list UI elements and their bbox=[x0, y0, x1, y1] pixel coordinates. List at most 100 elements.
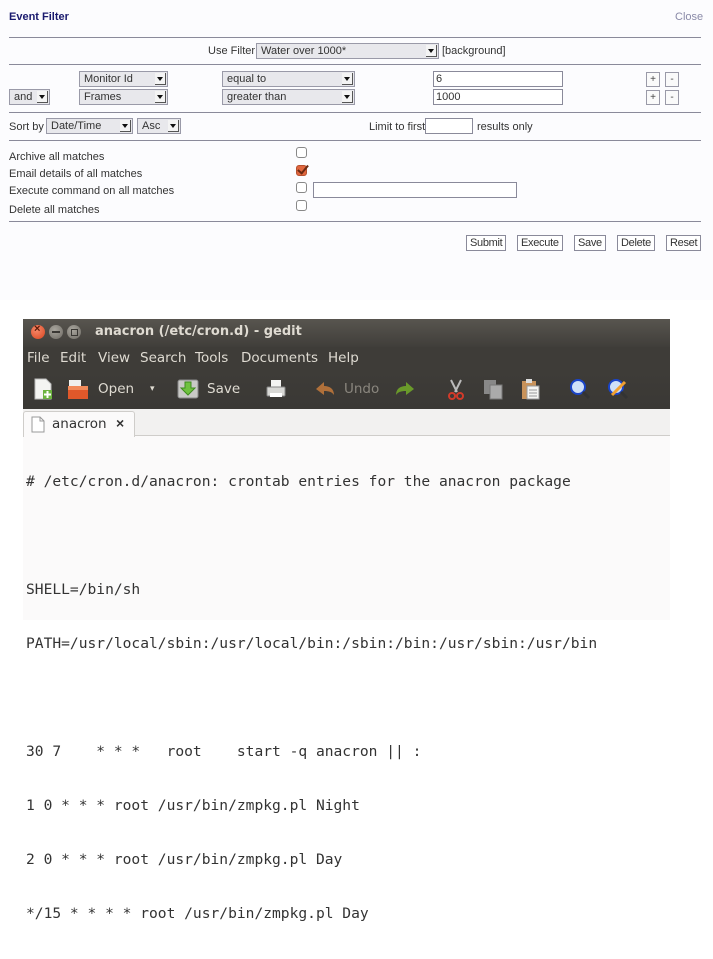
panel-title: Event Filter bbox=[9, 11, 69, 23]
term-2-operator-value: greater than bbox=[227, 91, 287, 103]
email-label: Email details of all matches bbox=[9, 168, 143, 180]
tab-anacron[interactable]: anacron × bbox=[23, 411, 135, 437]
save-icon[interactable] bbox=[176, 377, 200, 401]
gedit-window: anacron (/etc/cron.d) - gedit File Edit … bbox=[23, 319, 670, 922]
chevron-down-icon bbox=[342, 91, 353, 103]
menu-bar: File Edit View Search Tools Documents He… bbox=[23, 347, 670, 371]
paste-icon[interactable] bbox=[518, 377, 542, 401]
reset-button[interactable]: Reset bbox=[666, 235, 702, 251]
open-dropdown-icon[interactable]: ▾ bbox=[150, 384, 155, 394]
chevron-down-icon bbox=[342, 73, 353, 85]
term-1-value-input[interactable]: 6 bbox=[433, 71, 563, 87]
divider bbox=[9, 221, 701, 222]
term-2-remove-button[interactable]: - bbox=[665, 90, 679, 105]
menu-help[interactable]: Help bbox=[328, 350, 359, 366]
editor-line: 1 0 * * * root /usr/bin/zmpkg.pl Night bbox=[26, 797, 360, 814]
term-1-attribute-value: Monitor Id bbox=[84, 73, 133, 85]
execute-label: Execute command on all matches bbox=[9, 185, 175, 197]
limit-input[interactable] bbox=[425, 118, 473, 134]
window-maximize-icon[interactable] bbox=[67, 325, 81, 339]
undo-icon[interactable] bbox=[313, 377, 337, 401]
execute-button[interactable]: Execute bbox=[517, 235, 563, 251]
chevron-down-icon bbox=[37, 91, 48, 103]
window-close-icon[interactable] bbox=[31, 323, 45, 339]
divider bbox=[9, 37, 701, 38]
execute-command-input[interactable] bbox=[313, 182, 517, 198]
term-2-value-input[interactable]: 1000 bbox=[433, 89, 563, 105]
execute-checkbox[interactable] bbox=[296, 182, 307, 193]
chevron-down-icon bbox=[120, 120, 131, 132]
chevron-down-icon bbox=[426, 45, 437, 57]
editor-line: */15 * * * * root /usr/bin/zmpkg.pl Day bbox=[26, 905, 369, 922]
find-icon[interactable] bbox=[568, 377, 592, 401]
term-2-attribute-select[interactable]: Frames bbox=[79, 89, 168, 105]
new-document-icon[interactable] bbox=[31, 377, 55, 401]
find-replace-icon[interactable] bbox=[606, 377, 630, 401]
divider bbox=[9, 64, 701, 65]
menu-documents[interactable]: Documents bbox=[241, 350, 318, 366]
redo-icon[interactable] bbox=[393, 377, 417, 401]
email-checkbox[interactable] bbox=[296, 165, 307, 176]
editor-line: 2 0 * * * root /usr/bin/zmpkg.pl Day bbox=[26, 851, 343, 868]
menu-edit[interactable]: Edit bbox=[60, 350, 86, 366]
editor-line: SHELL=/bin/sh bbox=[26, 581, 141, 598]
term-1-add-button[interactable]: + bbox=[646, 72, 660, 87]
sort-field-value: Date/Time bbox=[51, 120, 102, 132]
delete-button[interactable]: Delete bbox=[617, 235, 655, 251]
close-link[interactable]: Close bbox=[675, 11, 703, 23]
tab-bar: anacron × bbox=[23, 409, 670, 437]
delete-label: Delete all matches bbox=[9, 204, 100, 216]
event-filter-panel: Event Filter Close Use Filter Water over… bbox=[0, 0, 713, 300]
divider bbox=[9, 140, 701, 141]
cut-icon[interactable] bbox=[444, 377, 468, 401]
sort-direction-select[interactable]: Asc bbox=[137, 118, 181, 134]
undo-button[interactable]: Undo bbox=[344, 381, 379, 397]
term-1-operator-select[interactable]: equal to bbox=[222, 71, 355, 87]
sort-field-select[interactable]: Date/Time bbox=[46, 118, 133, 134]
term-1-remove-button[interactable]: - bbox=[665, 72, 679, 87]
term-2-conjunction-value: and bbox=[14, 91, 33, 103]
toolbar: Open ▾ Save Undo bbox=[23, 371, 670, 409]
term-2-add-button[interactable]: + bbox=[646, 90, 660, 105]
sort-by-label: Sort by bbox=[9, 121, 44, 133]
window-minimize-icon[interactable] bbox=[49, 325, 63, 339]
use-filter-label: Use Filter bbox=[208, 45, 256, 57]
open-button[interactable]: Open bbox=[98, 381, 134, 397]
archive-label: Archive all matches bbox=[9, 151, 105, 163]
limit-label: Limit to first bbox=[369, 121, 426, 133]
document-icon bbox=[31, 416, 45, 433]
text-editor[interactable]: # /etc/cron.d/anacron: crontab entries f… bbox=[26, 437, 666, 922]
divider bbox=[9, 112, 701, 113]
tab-close-icon[interactable]: × bbox=[116, 415, 124, 431]
menu-view[interactable]: View bbox=[98, 350, 130, 366]
results-only-label: results only bbox=[477, 121, 533, 133]
editor-line: 30 7 * * * root start -q anacron || : bbox=[26, 743, 422, 760]
menu-search[interactable]: Search bbox=[140, 350, 186, 366]
archive-checkbox[interactable] bbox=[296, 147, 307, 158]
open-icon[interactable] bbox=[66, 377, 90, 401]
title-bar: anacron (/etc/cron.d) - gedit bbox=[23, 319, 670, 347]
tab-label: anacron bbox=[52, 416, 107, 432]
delete-checkbox[interactable] bbox=[296, 200, 307, 211]
submit-button[interactable]: Submit bbox=[466, 235, 507, 251]
use-filter-select[interactable]: Water over 1000* bbox=[256, 43, 439, 59]
editor-line: PATH=/usr/local/sbin:/usr/local/bin:/sbi… bbox=[26, 635, 598, 652]
chevron-down-icon bbox=[155, 73, 166, 85]
window-title: anacron (/etc/cron.d) - gedit bbox=[95, 324, 302, 339]
term-2-operator-select[interactable]: greater than bbox=[222, 89, 355, 105]
menu-tools[interactable]: Tools bbox=[195, 350, 228, 366]
editor-line: # /etc/cron.d/anacron: crontab entries f… bbox=[26, 473, 571, 490]
term-2-conjunction-select[interactable]: and bbox=[9, 89, 50, 105]
save-button[interactable]: Save bbox=[574, 235, 606, 251]
term-1-operator-value: equal to bbox=[227, 73, 267, 85]
term-1-attribute-select[interactable]: Monitor Id bbox=[79, 71, 168, 87]
term-2-attribute-value: Frames bbox=[84, 91, 122, 103]
print-icon[interactable] bbox=[264, 377, 288, 401]
menu-file[interactable]: File bbox=[27, 350, 50, 366]
save-button[interactable]: Save bbox=[207, 381, 240, 397]
chevron-down-icon bbox=[168, 120, 179, 132]
sort-direction-value: Asc bbox=[142, 120, 161, 132]
use-filter-value: Water over 1000* bbox=[261, 45, 347, 57]
copy-icon[interactable] bbox=[481, 377, 505, 401]
